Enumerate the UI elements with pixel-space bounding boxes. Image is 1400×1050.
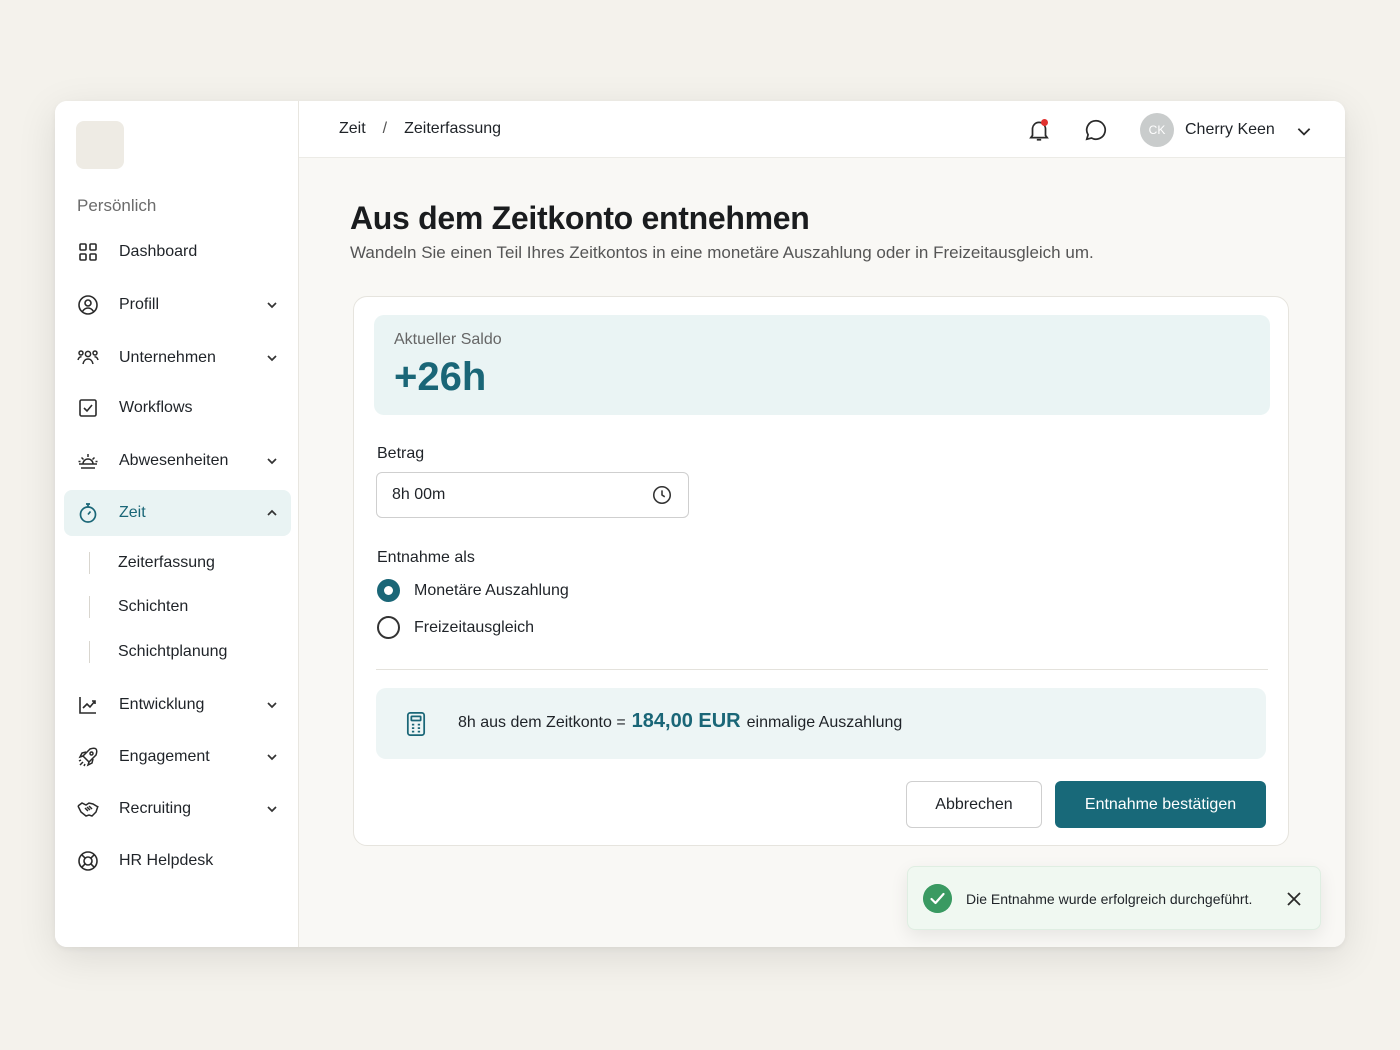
avatar[interactable]: CK [1140, 113, 1174, 147]
chevron-up-icon[interactable] [264, 505, 280, 521]
sidebar-item-engagement[interactable]: Engagement [64, 734, 291, 780]
notification-badge [1041, 119, 1048, 126]
chevron-down-icon[interactable] [264, 697, 280, 713]
sidebar-item-label: Zeit [119, 504, 146, 521]
success-toast: Die Entnahme wurde erfolgreich durchgefü… [907, 866, 1321, 930]
messages-button[interactable] [1083, 117, 1109, 143]
app-window: Persönlich Dashboard Profill Unternehmen… [55, 101, 1345, 947]
chevron-down-icon[interactable] [264, 749, 280, 765]
payout-summary: 8h aus dem Zeitkonto = 184,00 EUR einmal… [376, 688, 1266, 759]
rocket-icon [78, 747, 98, 767]
sidebar-item-label: Engagement [119, 748, 210, 765]
breadcrumb-separator: / [382, 120, 388, 137]
calculator-icon [406, 712, 426, 736]
sidebar-item-unternehmen[interactable]: Unternehmen [64, 335, 291, 381]
amount-input[interactable] [376, 472, 689, 518]
sidebar-item-dashboard[interactable]: Dashboard [64, 229, 291, 275]
tree-line [89, 641, 90, 663]
payout-suffix: einmalige Auszahlung [746, 714, 903, 731]
tree-line [89, 552, 90, 574]
sidebar-item-hr-helpdesk[interactable]: HR Helpdesk [64, 838, 291, 884]
payout-amount: 184,00 EUR [631, 710, 741, 732]
option-label: Freizeitausgleich [414, 618, 535, 636]
team-icon [77, 350, 99, 365]
cancel-button[interactable]: Abbrechen [906, 781, 1042, 828]
checkbox-icon [79, 399, 97, 417]
sidebar-item-abwesenheiten[interactable]: Abwesenheiten [64, 438, 291, 484]
radio-unselected[interactable] [377, 616, 400, 639]
chart-line-icon [79, 697, 96, 714]
balance-value: +26h [394, 355, 487, 399]
main-content: Aus dem Zeitkonto entnehmen Wandeln Sie … [299, 158, 1345, 947]
option-monetary-payout[interactable]: Monetäre Auszahlung [377, 579, 569, 602]
chat-bubble-icon [1085, 119, 1107, 141]
top-bar: Zeit / Zeiterfassung CK Cherry Keen [299, 101, 1345, 158]
sidebar-item-recruiting[interactable]: Recruiting [64, 786, 291, 832]
confirm-withdrawal-button[interactable]: Entnahme bestätigen [1055, 781, 1266, 828]
sidebar-item-label: Entwicklung [119, 696, 205, 713]
lifebuoy-icon [78, 851, 98, 871]
payout-text: 8h aus dem Zeitkonto = 184,00 EUR einmal… [458, 710, 902, 733]
sidebar-item-label: Profill [119, 296, 160, 313]
sidebar-item-label: Dashboard [119, 243, 198, 260]
withdraw-form-card: Aktueller Saldo +26h Betrag Entnahme als… [353, 296, 1289, 846]
sidebar: Persönlich Dashboard Profill Unternehmen… [55, 101, 299, 947]
bell-icon [1029, 121, 1049, 141]
company-logo[interactable] [76, 121, 124, 169]
payout-prefix: 8h aus dem Zeitkonto = [458, 714, 626, 731]
divider [376, 669, 1268, 670]
radio-selected[interactable] [377, 579, 400, 602]
balance-label: Aktueller Saldo [394, 331, 502, 348]
page-title: Aus dem Zeitkonto entnehmen [350, 200, 810, 236]
chevron-down-icon[interactable] [264, 297, 280, 313]
sidebar-item-label: HR Helpdesk [119, 852, 214, 869]
tree-line [89, 596, 90, 618]
sidebar-subitem-label: Schichten [118, 598, 189, 615]
chevron-down-icon[interactable] [264, 453, 280, 469]
sidebar-item-label: Unternehmen [119, 349, 216, 366]
clock-icon[interactable] [651, 484, 673, 506]
page-subtitle: Wandeln Sie einen Teil Ihres Zeitkontos … [350, 243, 1094, 262]
check-circle-icon [923, 884, 952, 913]
notifications-button[interactable] [1026, 117, 1052, 143]
amount-label: Betrag [377, 445, 425, 462]
sidebar-item-label: Recruiting [119, 800, 192, 817]
sidebar-subitem-schichtplanung[interactable]: Schichtplanung [89, 636, 227, 668]
sidebar-item-entwicklung[interactable]: Entwicklung [64, 682, 291, 728]
stopwatch-icon [79, 503, 97, 523]
user-circle-icon [78, 295, 98, 315]
sidebar-subitem-zeiterfassung[interactable]: Zeiterfassung [89, 547, 215, 579]
sidebar-item-label: Abwesenheiten [119, 452, 229, 469]
breadcrumb: Zeit / Zeiterfassung [339, 120, 501, 138]
close-icon[interactable] [1284, 889, 1304, 909]
balance-panel: Aktueller Saldo +26h [374, 315, 1270, 415]
toast-message: Die Entnahme wurde erfolgreich durchgefü… [966, 891, 1253, 907]
sunset-icon [78, 454, 98, 469]
sidebar-item-zeit[interactable]: Zeit [64, 490, 291, 536]
sidebar-item-profill[interactable]: Profill [64, 282, 291, 328]
breadcrumb-item-zeiterfassung: Zeiterfassung [404, 120, 502, 137]
sidebar-item-workflows[interactable]: Workflows [64, 385, 291, 431]
chevron-down-icon[interactable] [1295, 122, 1313, 140]
sidebar-subitem-label: Zeiterfassung [118, 554, 215, 571]
withdraw-as-label: Entnahme als [377, 549, 475, 566]
chevron-down-icon[interactable] [264, 801, 280, 817]
dashboard-icon [79, 243, 97, 261]
breadcrumb-item-zeit[interactable]: Zeit [339, 120, 366, 138]
sidebar-item-label: Workflows [119, 399, 193, 416]
option-label: Monetäre Auszahlung [414, 581, 569, 599]
handshake-icon [77, 802, 99, 817]
chevron-down-icon[interactable] [264, 350, 280, 366]
sidebar-subitem-label: Schichtplanung [118, 643, 228, 660]
user-name[interactable]: Cherry Keen [1185, 121, 1275, 139]
sidebar-section-label: Persönlich [77, 196, 157, 215]
sidebar-subitem-schichten[interactable]: Schichten [89, 591, 188, 623]
option-time-off[interactable]: Freizeitausgleich [377, 616, 534, 639]
